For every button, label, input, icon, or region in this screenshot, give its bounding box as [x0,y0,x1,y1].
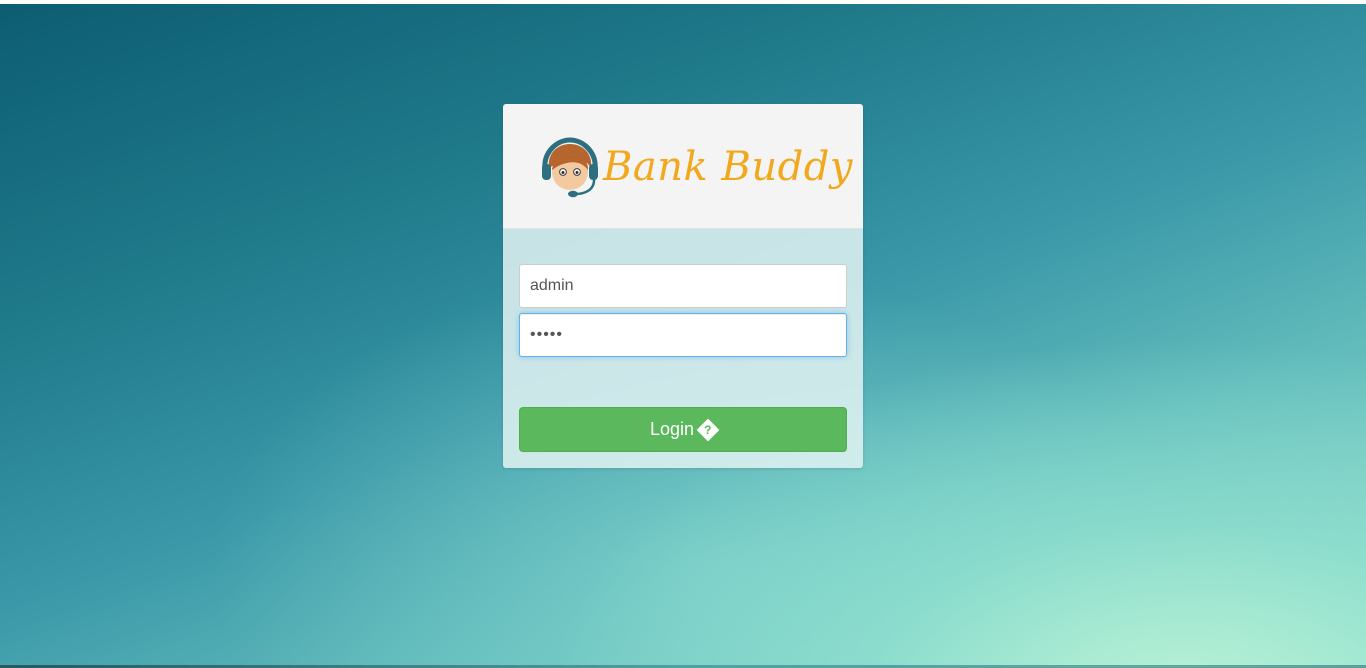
login-card: Bank Buddy Login ? [503,104,863,468]
support-agent-headset-icon [542,137,598,198]
login-button-label: Login [649,419,695,439]
login-button[interactable]: Login ? [519,407,847,452]
brand-name: Bank Buddy [603,144,853,190]
sign-in-icon: ? [696,418,720,441]
password-field[interactable] [519,313,847,357]
card-body: Login ? [503,229,863,468]
username-field[interactable] [519,264,847,308]
brand-logo: Bank Buddy [539,134,852,200]
card-header: Bank Buddy [503,104,863,229]
